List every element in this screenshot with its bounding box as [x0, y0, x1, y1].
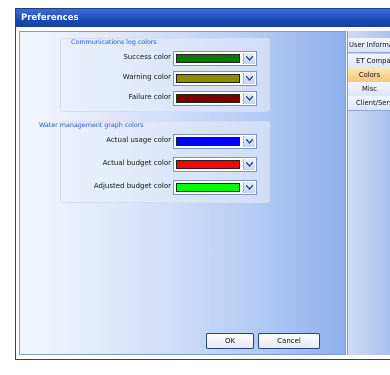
warning-color-row: Warning color [61, 71, 269, 86]
adjusted-budget-color-label: Adjusted budget color [93, 182, 171, 190]
colors-panel: Communications log colors Success color … [19, 31, 346, 355]
warning-color-dropdown[interactable] [173, 71, 257, 86]
adjusted-budget-color-swatch [176, 183, 240, 192]
actual-usage-color-row: Actual usage color [61, 134, 269, 149]
chevron-down-icon[interactable] [243, 73, 255, 84]
chevron-down-icon[interactable] [243, 182, 255, 193]
chevron-down-icon[interactable] [243, 136, 255, 147]
success-color-row: Success color [61, 51, 269, 66]
actual-budget-color-swatch [176, 160, 240, 169]
failure-color-swatch [176, 94, 240, 103]
failure-color-row: Failure color [61, 91, 269, 106]
communications-group-title: Communications log colors [71, 38, 157, 46]
actual-budget-color-label: Actual budget color [102, 159, 171, 167]
chevron-down-icon[interactable] [243, 93, 255, 104]
success-color-label: Success color [123, 53, 171, 61]
chevron-down-icon[interactable] [243, 53, 255, 64]
ok-button[interactable]: OK [206, 333, 254, 349]
warning-color-swatch [176, 74, 240, 83]
tab-user-information[interactable]: User Information [348, 38, 390, 53]
actual-budget-color-dropdown[interactable] [173, 157, 257, 172]
success-color-swatch [176, 54, 240, 63]
failure-color-dropdown[interactable] [173, 91, 257, 106]
actual-budget-color-row: Actual budget color [61, 157, 269, 172]
actual-usage-color-dropdown[interactable] [173, 134, 257, 149]
preferences-window: Preferences Communications log colors Su… [15, 8, 390, 360]
dialog-buttons: OK Cancel [20, 333, 345, 349]
tab-et-comparing[interactable]: ET Comparing [348, 54, 390, 69]
failure-color-label: Failure color [128, 93, 172, 101]
tab-colors[interactable]: Colors [348, 68, 390, 83]
success-color-dropdown[interactable] [173, 51, 257, 66]
adjusted-budget-color-dropdown[interactable] [173, 180, 257, 195]
actual-usage-color-swatch [176, 137, 240, 146]
water-management-graph-colors-group: Water management graph colors Actual usa… [39, 121, 270, 203]
communications-log-colors-group: Communications log colors Success color … [60, 38, 270, 112]
warning-color-label: Warning color [122, 73, 171, 81]
water-group-title: Water management graph colors [39, 121, 144, 129]
tab-client-server[interactable]: Client/Server [348, 96, 390, 111]
cancel-button[interactable]: Cancel [258, 333, 320, 349]
adjusted-budget-color-row: Adjusted budget color [61, 180, 269, 195]
chevron-down-icon[interactable] [243, 159, 255, 170]
window-title: Preferences [16, 9, 390, 27]
tab-misc[interactable]: Misc [348, 82, 390, 97]
preferences-tab-list: User Information ET Comparing Colors Mis… [347, 31, 390, 355]
actual-usage-color-label: Actual usage color [106, 136, 171, 144]
